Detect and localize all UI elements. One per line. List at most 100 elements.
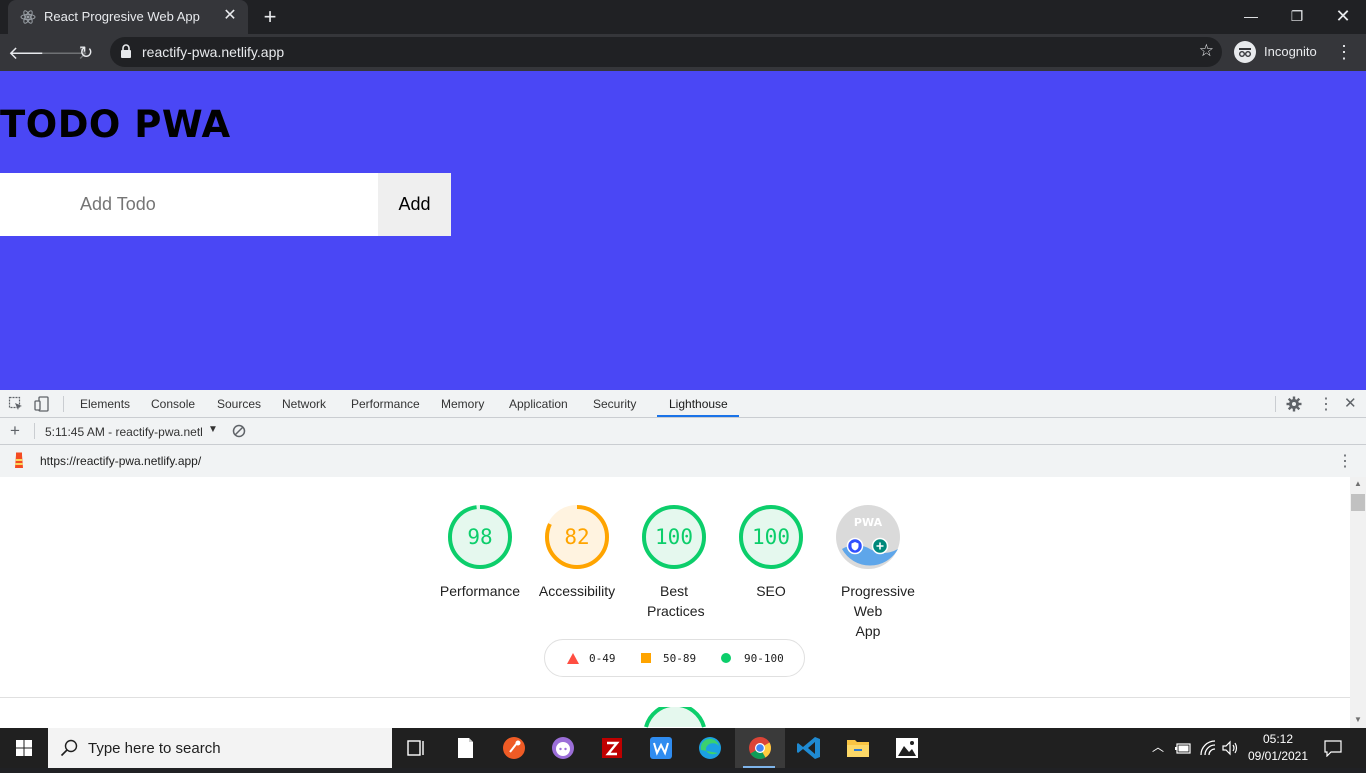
back-button[interactable]: 🡐 xyxy=(8,39,56,67)
volume-icon[interactable] xyxy=(1221,739,1239,757)
tab-security[interactable]: Security xyxy=(593,397,636,411)
divider xyxy=(34,423,35,439)
legend-fail: 0-49 xyxy=(589,652,616,665)
circle-icon xyxy=(721,653,731,663)
lighthouse-report: 98 Performance 82 Accessibility 100 Best Prac… xyxy=(0,477,1350,728)
close-tab-icon[interactable]: ✕ xyxy=(220,6,240,26)
report-selector[interactable]: 5:11:45 AM - reactify-pwa.netl xyxy=(45,425,203,439)
system-clock[interactable]: 05:12 09/01/2021 xyxy=(1246,731,1310,765)
postman-icon[interactable] xyxy=(490,728,538,768)
add-todo-button[interactable]: Add xyxy=(378,173,451,236)
gauge-score: 82 xyxy=(564,525,590,549)
filezilla-icon[interactable] xyxy=(588,728,636,768)
score-legend: 0-49 50-89 90-100 xyxy=(544,639,805,677)
gauge-label: Performance xyxy=(439,583,521,599)
browser-toolbar: 🡐 🡒 ↻ reactify-pwa.netlify.app ☆ Incogni… xyxy=(0,34,1366,71)
incognito-icon xyxy=(1234,41,1256,63)
windows-taskbar: Type here to search ︿ 05:12 09/01/2021 xyxy=(0,728,1366,768)
close-window-button[interactable]: ✕ xyxy=(1320,0,1366,34)
restore-button[interactable]: ❐ xyxy=(1274,0,1320,34)
gauge-label: Progressive Web App xyxy=(841,583,915,639)
chrome-icon[interactable] xyxy=(735,728,785,768)
gauge-score: 100 xyxy=(655,525,693,549)
tab-memory[interactable]: Memory xyxy=(441,397,484,411)
incognito-label: Incognito xyxy=(1264,44,1317,59)
file-explorer-icon[interactable] xyxy=(834,728,882,768)
gauge-ring: PWA xyxy=(836,505,900,569)
scrollbar-thumb[interactable] xyxy=(1351,494,1365,511)
show-hidden-icons-icon[interactable]: ︿ xyxy=(1152,738,1164,755)
browser-tab[interactable]: React Progresive Web App ✕ xyxy=(8,0,248,34)
incognito-indicator[interactable]: Incognito xyxy=(1232,39,1324,65)
gauge-score: 100 xyxy=(752,525,790,549)
close-devtools-icon[interactable]: ✕ xyxy=(1344,394,1357,412)
bookmark-star-icon[interactable]: ☆ xyxy=(1199,41,1214,61)
devtools-panel: Elements Console Sources Network Perform… xyxy=(0,390,1366,728)
search-placeholder: Type here to search xyxy=(88,740,221,757)
tab-console[interactable]: Console xyxy=(151,397,195,411)
notepad-icon[interactable] xyxy=(441,728,489,768)
photos-icon[interactable] xyxy=(883,728,931,768)
notifications-icon[interactable] xyxy=(1323,739,1343,757)
battery-icon[interactable] xyxy=(1174,740,1192,756)
new-tab-button[interactable]: + xyxy=(258,5,282,29)
reload-button[interactable]: ↻ xyxy=(72,39,100,67)
scroll-down-icon[interactable]: ▼ xyxy=(1354,715,1362,724)
tab-elements[interactable]: Elements xyxy=(80,397,130,411)
scrollbar[interactable]: ▲ ▼ xyxy=(1350,477,1366,728)
clear-all-icon[interactable] xyxy=(232,424,246,438)
lock-icon xyxy=(121,44,131,58)
report-url[interactable]: https://reactify-pwa.netlify.app/ xyxy=(40,454,201,468)
gauge-label: SEO xyxy=(756,583,786,599)
tab-performance[interactable]: Performance xyxy=(351,397,420,411)
task-view-icon[interactable] xyxy=(392,728,440,768)
add-todo-input[interactable] xyxy=(0,173,378,236)
devtools-menu-icon[interactable]: ⋮ xyxy=(1318,394,1334,414)
legend-average: 50-89 xyxy=(663,652,697,665)
performance-gauge-partial xyxy=(644,707,706,728)
taskbar-search-box[interactable]: Type here to search xyxy=(48,728,392,768)
chevron-down-icon[interactable]: ▼ xyxy=(208,424,218,435)
clock-date: 09/01/2021 xyxy=(1247,749,1309,763)
browser-menu-icon[interactable]: ⋮ xyxy=(1334,40,1354,64)
square-icon xyxy=(641,653,651,663)
vscode-icon[interactable] xyxy=(785,728,833,768)
windows-start-icon[interactable] xyxy=(0,728,48,768)
pwa-badge-text: PWA xyxy=(854,516,883,529)
tab-title: React Progresive Web App xyxy=(44,9,200,24)
lighthouse-toolbar: + 5:11:45 AM - reactify-pwa.netl ▼ xyxy=(0,418,1366,445)
url-text: reactify-pwa.netlify.app xyxy=(142,44,285,60)
divider xyxy=(63,396,64,412)
gauge-score: 98 xyxy=(467,525,493,549)
active-tab-indicator xyxy=(657,415,739,417)
gear-icon[interactable] xyxy=(1286,396,1302,412)
edge-icon[interactable] xyxy=(686,728,734,768)
wps-office-icon[interactable] xyxy=(637,728,685,768)
report-menu-icon[interactable]: ⋮ xyxy=(1337,451,1353,471)
tab-network[interactable]: Network xyxy=(282,397,326,411)
inspect-element-icon[interactable] xyxy=(8,396,24,412)
scroll-up-icon[interactable]: ▲ xyxy=(1354,479,1362,488)
tab-lighthouse[interactable]: Lighthouse xyxy=(669,397,728,411)
devtools-tab-bar: Elements Console Sources Network Perform… xyxy=(0,390,1366,418)
react-icon xyxy=(20,10,36,24)
triangle-icon xyxy=(567,653,579,664)
divider xyxy=(1275,396,1276,412)
divider xyxy=(0,697,1350,698)
legend-pass: 90-100 xyxy=(744,652,784,665)
minimize-button[interactable]: — xyxy=(1228,0,1274,34)
tab-strip: React Progresive Web App ✕ + — ❐ ✕ xyxy=(0,0,1366,34)
github-desktop-icon[interactable] xyxy=(539,728,587,768)
tab-application[interactable]: Application xyxy=(509,397,568,411)
address-bar[interactable]: reactify-pwa.netlify.app ☆ xyxy=(110,37,1222,67)
wifi-icon[interactable] xyxy=(1199,739,1217,757)
tab-sources[interactable]: Sources xyxy=(217,397,261,411)
page-content: TODO PWA Add xyxy=(0,71,1366,390)
search-icon xyxy=(60,739,78,757)
gauge-label: Accessibility xyxy=(538,583,616,599)
gauge-label: Best Practices xyxy=(647,583,705,619)
forward-button[interactable]: 🡒 xyxy=(40,39,88,67)
lighthouse-icon xyxy=(15,452,23,468)
device-toolbar-icon[interactable] xyxy=(34,396,50,412)
new-report-icon[interactable]: + xyxy=(10,421,20,441)
